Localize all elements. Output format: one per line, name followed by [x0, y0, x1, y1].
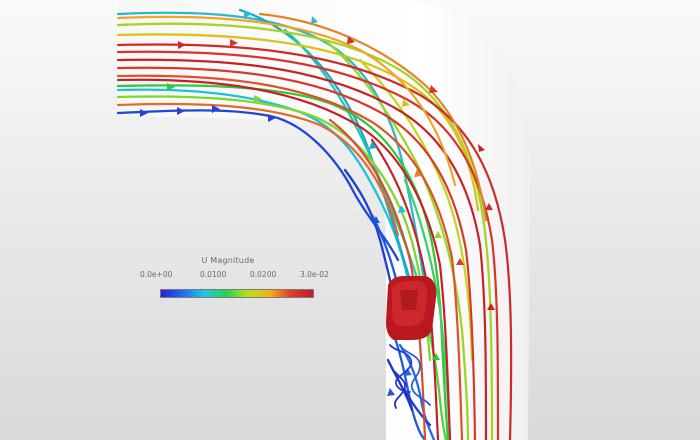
- legend-tick-labels: 0.0e+00 0.0100 0.0200 3.0e-02: [138, 270, 329, 280]
- pipe-bend: [118, 0, 530, 440]
- obstacle-body: [386, 276, 437, 340]
- color-legend: U Magnitude 0.0e+00 0.0100 0.0200 3.0e-0…: [138, 256, 329, 302]
- color-scale-bar: [160, 289, 314, 298]
- streamline-scene: [116, 0, 530, 440]
- legend-tick-min: 0.0e+00: [140, 270, 173, 279]
- legend-tick-high: 0.0200: [250, 270, 277, 279]
- render-viewport[interactable]: U Magnitude 0.0e+00 0.0100 0.0200 3.0e-0…: [0, 0, 700, 440]
- legend-tick-max: 3.0e-02: [300, 270, 329, 279]
- legend-tick-low: 0.0100: [200, 270, 227, 279]
- legend-title: U Magnitude: [201, 256, 255, 265]
